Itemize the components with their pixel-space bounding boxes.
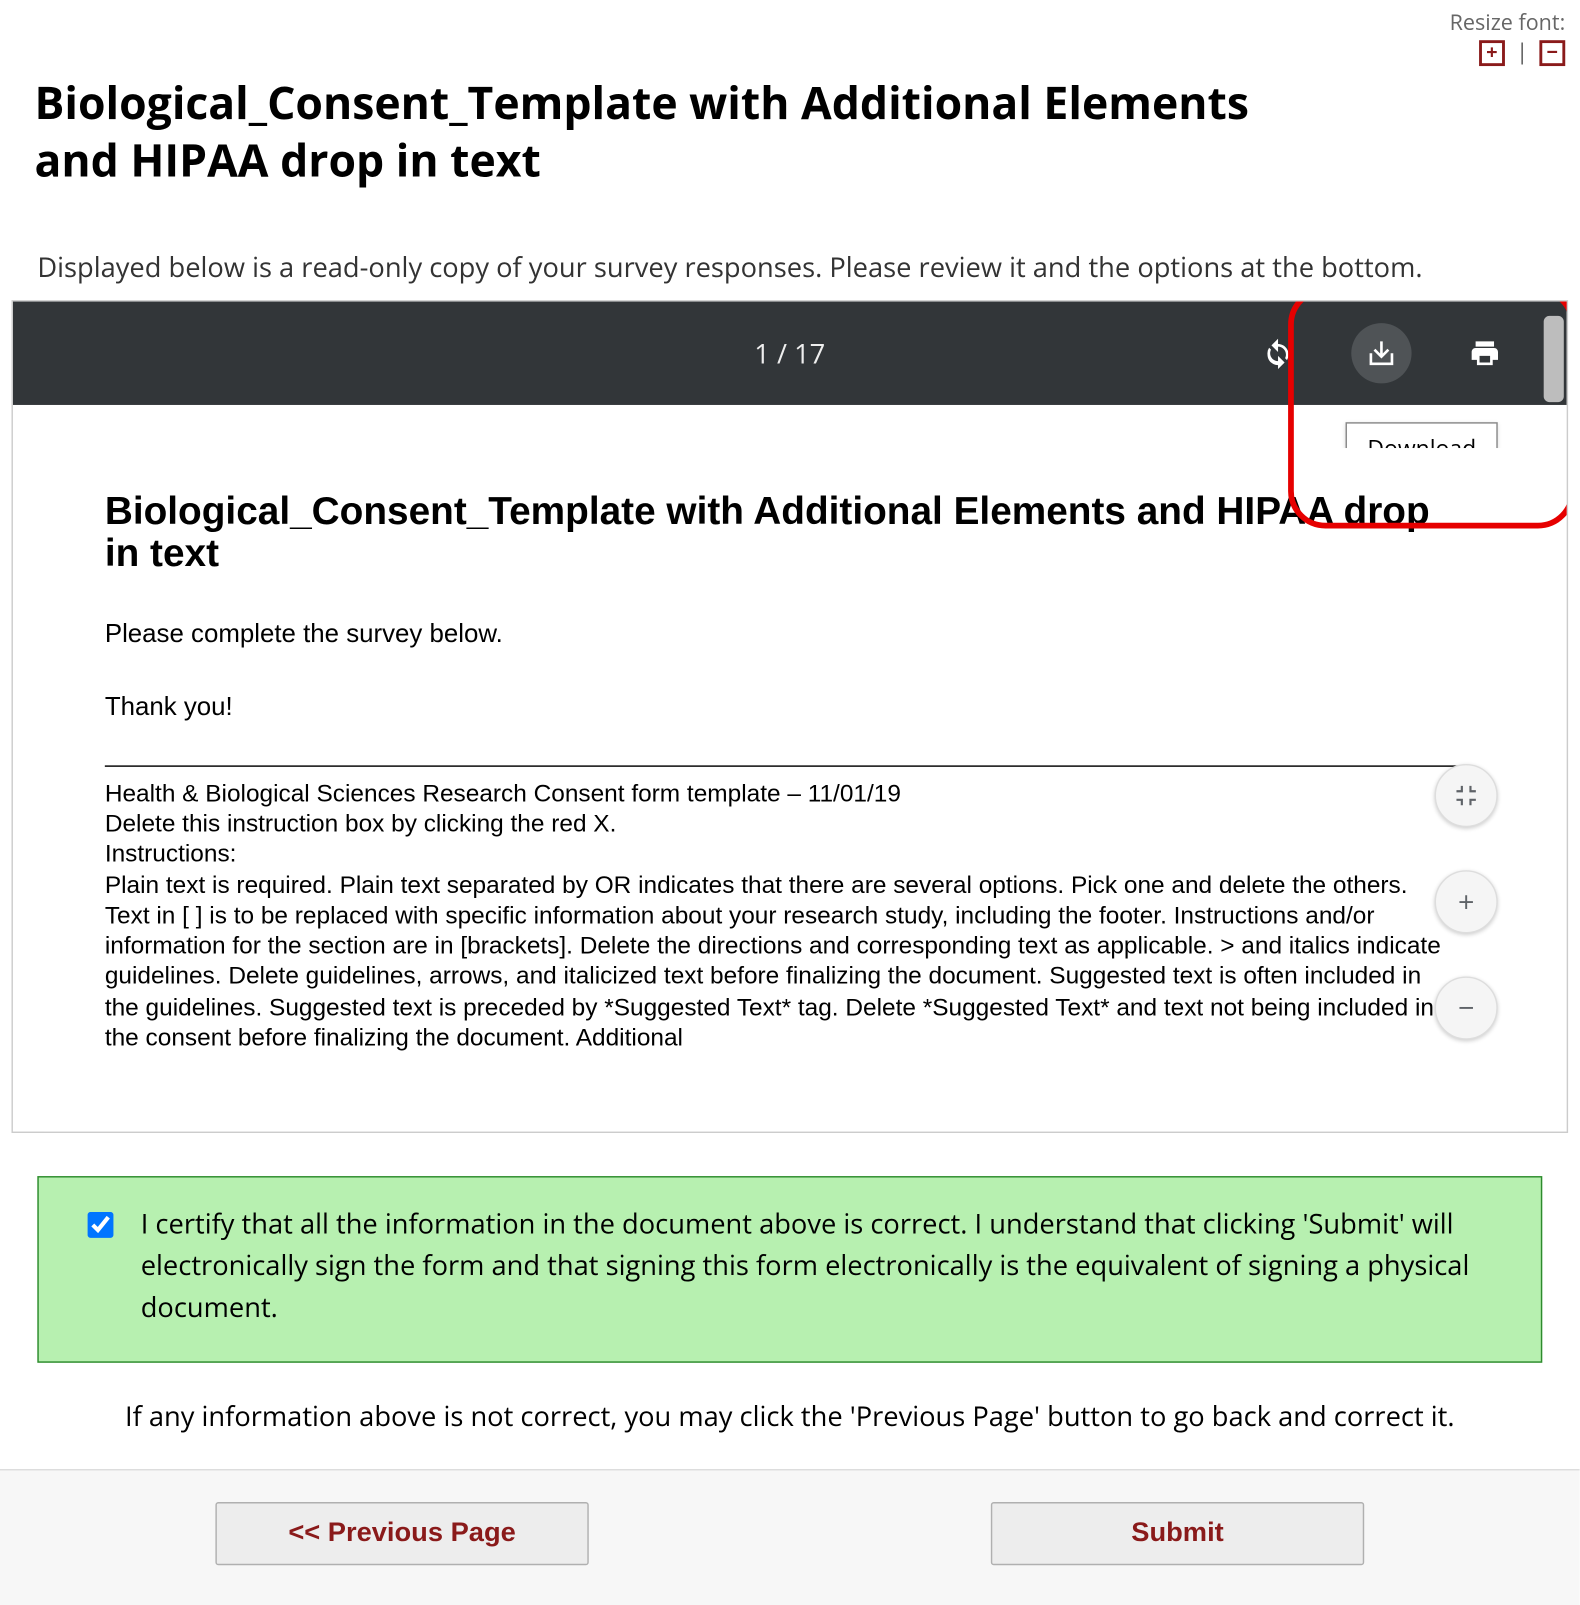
download-button[interactable] xyxy=(1351,323,1411,383)
consent-box: I certify that all the information in th… xyxy=(37,1176,1542,1363)
pdf-line1: Please complete the survey below. xyxy=(105,619,1458,649)
font-increase-button[interactable]: + xyxy=(1479,40,1505,66)
rotate-icon xyxy=(1262,337,1294,369)
consent-text: I certify that all the information in th… xyxy=(141,1203,1498,1330)
rotate-button[interactable] xyxy=(1248,323,1308,383)
intro-text: Displayed below is a read-only copy of y… xyxy=(37,248,1542,285)
scrollbar-thumb[interactable] xyxy=(1544,315,1564,401)
consent-checkbox[interactable] xyxy=(88,1211,114,1237)
pdf-viewer: 1 / 17 Download Page 1 Biological_Consen… xyxy=(11,300,1568,1133)
print-icon xyxy=(1469,337,1501,369)
footer-note: If any information above is not correct,… xyxy=(37,1397,1542,1434)
resize-label: Resize font: xyxy=(1450,9,1566,38)
pdf-line2: Thank you! xyxy=(105,692,1458,722)
pdf-page: Biological_Consent_Template with Additio… xyxy=(45,447,1518,1131)
fit-to-page-button[interactable] xyxy=(1435,763,1498,826)
zoom-in-button[interactable]: + xyxy=(1435,870,1498,933)
font-decrease-button[interactable]: − xyxy=(1539,40,1565,66)
zoom-out-button[interactable]: − xyxy=(1435,976,1498,1039)
download-icon xyxy=(1366,337,1398,369)
page-indicator: 1 / 17 xyxy=(754,334,825,371)
button-bar: << Previous Page Submit xyxy=(0,1469,1580,1605)
print-button[interactable] xyxy=(1455,323,1515,383)
resize-font-controls: Resize font: + | − xyxy=(0,0,1580,66)
fit-icon xyxy=(1453,782,1479,808)
submit-button[interactable]: Submit xyxy=(991,1502,1364,1565)
pdf-body: Health & Biological Sciences Research Co… xyxy=(105,778,1458,1053)
pdf-floating-controls: + − xyxy=(1435,763,1498,1039)
pdf-divider xyxy=(105,765,1458,766)
pdf-viewer-toolbar: 1 / 17 xyxy=(13,301,1567,404)
pdf-heading: Biological_Consent_Template with Additio… xyxy=(105,491,1458,576)
page-title: Biological_Consent_Template with Additio… xyxy=(34,66,1341,190)
separator: | xyxy=(1516,37,1528,66)
previous-page-button[interactable]: << Previous Page xyxy=(215,1502,588,1565)
